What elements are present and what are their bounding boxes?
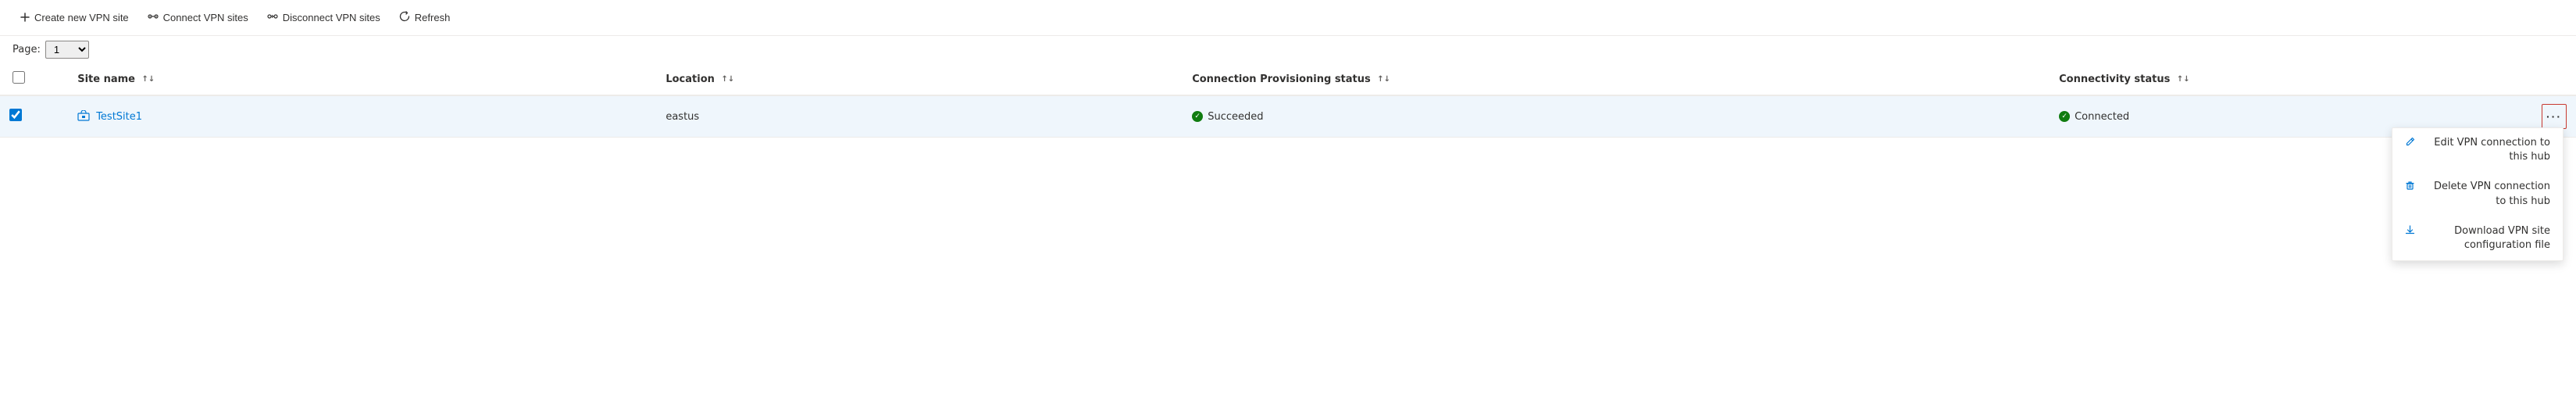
create-vpn-site-button[interactable]: Create new VPN site (12, 7, 137, 29)
create-vpn-site-label: Create new VPN site (34, 12, 129, 23)
page-label: Page: (12, 44, 41, 55)
disconnect-vpn-label: Disconnect VPN sites (283, 12, 380, 23)
row-checkbox-cell (0, 95, 68, 138)
refresh-label: Refresh (415, 12, 451, 23)
row-provisioning-cell: ✓ Succeeded (1183, 95, 2050, 138)
provisioning-status-text: Succeeded (1208, 111, 1263, 123)
more-icon: ··· (2546, 110, 2562, 123)
provisioning-sort-icon: ↑↓ (1377, 75, 1390, 84)
header-site-name[interactable]: Site name ↑↓ (68, 63, 656, 95)
header-provisioning-status[interactable]: Connection Provisioning status ↑↓ (1183, 63, 2050, 95)
vpn-sites-table-container: Site name ↑↓ Location ↑↓ Connection Prov… (0, 63, 2576, 138)
header-location-label: Location (665, 73, 715, 85)
edit-vpn-connection-item[interactable]: Edit VPN connection to this hub (2392, 128, 2563, 172)
plus-icon (20, 12, 30, 24)
row-actions-cell: ··· Edit VPN connection to this hub (2452, 95, 2576, 138)
vpn-site-icon (77, 110, 90, 123)
row-site-name-cell: TestSite1 (68, 95, 656, 138)
header-actions (2452, 63, 2576, 95)
download-label: Download VPN site configuration file (2423, 224, 2550, 252)
row-location-cell: eastus (656, 95, 1183, 138)
header-site-name-label: Site name (77, 73, 135, 85)
refresh-icon (399, 11, 410, 24)
more-actions-button[interactable]: ··· (2542, 104, 2567, 129)
edit-icon (2405, 137, 2415, 150)
connectivity-status-cell: ✓ Connected (2059, 111, 2442, 123)
delete-icon (2405, 181, 2415, 194)
download-vpn-config-item[interactable]: Download VPN site configuration file (2392, 217, 2563, 260)
header-checkbox-cell (0, 63, 68, 95)
connect-icon (148, 11, 159, 24)
select-all-checkbox[interactable] (12, 71, 25, 84)
connectivity-sort-icon: ↑↓ (2177, 75, 2190, 84)
delete-label: Delete VPN connection to this hub (2423, 180, 2550, 208)
edit-label: Edit VPN connection to this hub (2423, 136, 2550, 164)
disconnect-vpn-sites-button[interactable]: Disconnect VPN sites (259, 6, 388, 29)
disconnect-icon (267, 11, 278, 24)
table-header-row: Site name ↑↓ Location ↑↓ Connection Prov… (0, 63, 2576, 95)
download-icon (2405, 225, 2415, 238)
location-sort-icon: ↑↓ (721, 75, 734, 84)
table-row: TestSite1 eastus ✓ Succeeded ✓ Connected (0, 95, 2576, 138)
vpn-sites-table: Site name ↑↓ Location ↑↓ Connection Prov… (0, 63, 2576, 138)
header-location[interactable]: Location ↑↓ (656, 63, 1183, 95)
refresh-button[interactable]: Refresh (391, 6, 458, 29)
connectivity-status-icon: ✓ (2059, 111, 2070, 122)
delete-vpn-connection-item[interactable]: Delete VPN connection to this hub (2392, 172, 2563, 216)
connect-vpn-sites-button[interactable]: Connect VPN sites (140, 6, 256, 29)
page-selector: Page: 1 (0, 36, 2576, 63)
site-cell-content: TestSite1 (77, 110, 647, 123)
site-name-sort-icon: ↑↓ (142, 75, 155, 84)
row-checkbox[interactable] (9, 109, 22, 121)
header-provisioning-label: Connection Provisioning status (1192, 73, 1371, 85)
connectivity-status-text: Connected (2075, 111, 2129, 123)
row-location-value: eastus (665, 111, 699, 123)
provisioning-status-icon: ✓ (1192, 111, 1203, 122)
header-connectivity-status[interactable]: Connectivity status ↑↓ (2050, 63, 2452, 95)
page-select[interactable]: 1 (45, 41, 89, 59)
provisioning-status-cell: ✓ Succeeded (1192, 111, 2040, 123)
header-connectivity-label: Connectivity status (2059, 73, 2170, 85)
connect-vpn-label: Connect VPN sites (163, 12, 248, 23)
site-name-link[interactable]: TestSite1 (96, 111, 142, 123)
toolbar: Create new VPN site Connect VPN sites Di… (0, 0, 2576, 36)
context-menu: Edit VPN connection to this hub Delete (2392, 127, 2564, 261)
